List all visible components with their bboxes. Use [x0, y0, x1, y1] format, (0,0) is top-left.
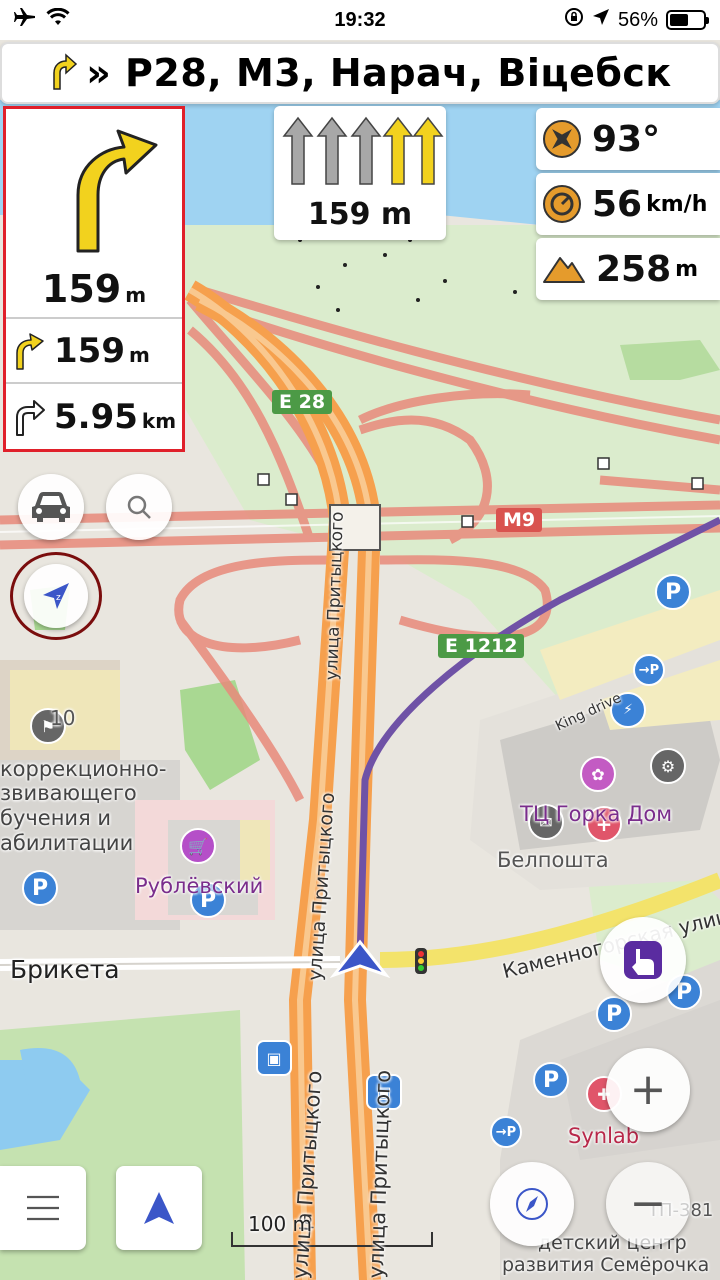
- bearing-value: 93°: [592, 118, 661, 160]
- bearing-widget[interactable]: 93°: [536, 108, 720, 170]
- road-shield-e28: E 28: [272, 390, 333, 414]
- traffic-light-icon: [415, 948, 427, 974]
- zoom-in-button[interactable]: +: [606, 1048, 690, 1132]
- lane-arrows: [282, 116, 444, 185]
- poi-label-school: звивающего: [0, 781, 137, 805]
- poi-label-child-center: развития Семёрочка: [502, 1254, 710, 1276]
- next-turn-distance: 159 m: [41, 267, 147, 311]
- speed-value: 56: [592, 183, 643, 225]
- turn-right-icon: [16, 399, 45, 436]
- after-turn-widget[interactable]: 5.95 km: [6, 384, 182, 449]
- compass-bearing-icon: [543, 120, 581, 158]
- then-turn-widget[interactable]: 159 m: [6, 319, 182, 384]
- lane-straight-active-icon: [412, 116, 444, 185]
- poi-label-belposhta: Белпошта: [497, 848, 609, 872]
- north-direction-icon: z: [43, 583, 69, 609]
- wifi-icon: [46, 7, 70, 32]
- lane-straight-icon: [350, 116, 382, 185]
- shopping-cart-icon[interactable]: 🛒: [180, 828, 216, 864]
- street-label-briketa: Брикета: [10, 955, 120, 984]
- parking-icon[interactable]: P: [596, 996, 632, 1032]
- orientation-lock-icon: [564, 7, 584, 33]
- lane-straight-active-icon: [382, 116, 414, 185]
- lane-straight-icon: [316, 116, 348, 185]
- gift-shop-icon[interactable]: ✿: [580, 756, 616, 792]
- scale-label: 100 m: [248, 1212, 313, 1236]
- battery-percent: 56%: [617, 8, 658, 31]
- lanes-distance: 159 m: [307, 197, 413, 232]
- next-street-name: » Р28, М3, Нарач, Віцебск: [86, 51, 672, 95]
- speed-widget[interactable]: 56 km/h: [536, 173, 720, 235]
- altitude-widget[interactable]: 258 m: [536, 238, 720, 300]
- search-button[interactable]: [106, 474, 172, 540]
- poi-label-school: коррекционно-: [0, 757, 167, 781]
- location-arrow-icon: [592, 8, 610, 32]
- zoom-out-label: −: [629, 1178, 667, 1229]
- navigation-arrow-icon: [144, 1192, 174, 1224]
- map-orientation-button[interactable]: z: [24, 564, 88, 628]
- menu-icon: [27, 1195, 59, 1221]
- poi-label-school: бучения и: [0, 806, 112, 830]
- tap-hand-icon: [624, 941, 662, 979]
- turn-slight-right-icon: [48, 51, 78, 95]
- park-and-ride-icon[interactable]: →P: [633, 654, 665, 686]
- altitude-mountain-icon: [543, 257, 585, 283]
- speedometer-icon: [543, 185, 581, 223]
- status-time: 19:32: [334, 8, 386, 31]
- my-position-button[interactable]: [116, 1166, 202, 1250]
- altitude-value: 258: [596, 248, 672, 290]
- then-turn-unit: m: [128, 342, 150, 367]
- turn-instructions-panel[interactable]: 159 m 159 m 5.95 km: [3, 106, 185, 452]
- main-menu-button[interactable]: [0, 1166, 86, 1250]
- airplane-icon: [14, 7, 36, 33]
- after-turn-distance: 5.95: [54, 396, 138, 437]
- touch-gesture-button[interactable]: [600, 917, 686, 1003]
- parking-icon[interactable]: P: [22, 870, 58, 906]
- status-bar: 19:32 56%: [0, 0, 720, 40]
- parking-icon[interactable]: P: [533, 1062, 569, 1098]
- building-number: 10: [50, 706, 76, 730]
- parking-icon[interactable]: P: [655, 574, 691, 610]
- svg-text:z: z: [56, 593, 61, 603]
- next-turn-widget[interactable]: 159 m: [6, 109, 182, 319]
- road-shield-e1212: E 1212: [438, 634, 525, 658]
- navigation-profile-button[interactable]: [18, 474, 84, 540]
- poi-label-tc-gorka: ТЦ Горка Дом: [520, 802, 673, 826]
- next-street-banner[interactable]: » Р28, М3, Нарач, Віцебск: [0, 42, 720, 104]
- then-turn-distance: 159: [54, 330, 125, 371]
- poi-label-school: абилитации: [0, 831, 134, 855]
- zoom-out-button[interactable]: −: [606, 1162, 690, 1246]
- park-and-ride-icon[interactable]: →P: [490, 1116, 522, 1148]
- turn-slight-right-large-icon: [76, 129, 158, 253]
- zoom-in-label: +: [629, 1064, 667, 1115]
- compass-icon: [516, 1188, 548, 1220]
- lane-straight-icon: [282, 116, 314, 185]
- lanes-widget[interactable]: 159 m: [274, 106, 446, 240]
- altitude-unit: m: [675, 256, 699, 282]
- compass-button[interactable]: [490, 1162, 574, 1246]
- bus-stop-icon[interactable]: ▣: [256, 1040, 292, 1076]
- after-turn-unit: km: [141, 408, 177, 433]
- battery-icon: [666, 10, 709, 30]
- road-shield-m9: M9: [496, 508, 543, 532]
- poi-label-rublevsky: Рублёвский: [135, 874, 264, 898]
- search-icon: [127, 495, 151, 519]
- speed-unit: km/h: [646, 191, 708, 217]
- tools-shop-icon[interactable]: ⚙: [650, 748, 686, 784]
- turn-slight-right-icon: [16, 332, 44, 370]
- car-icon: [32, 492, 70, 522]
